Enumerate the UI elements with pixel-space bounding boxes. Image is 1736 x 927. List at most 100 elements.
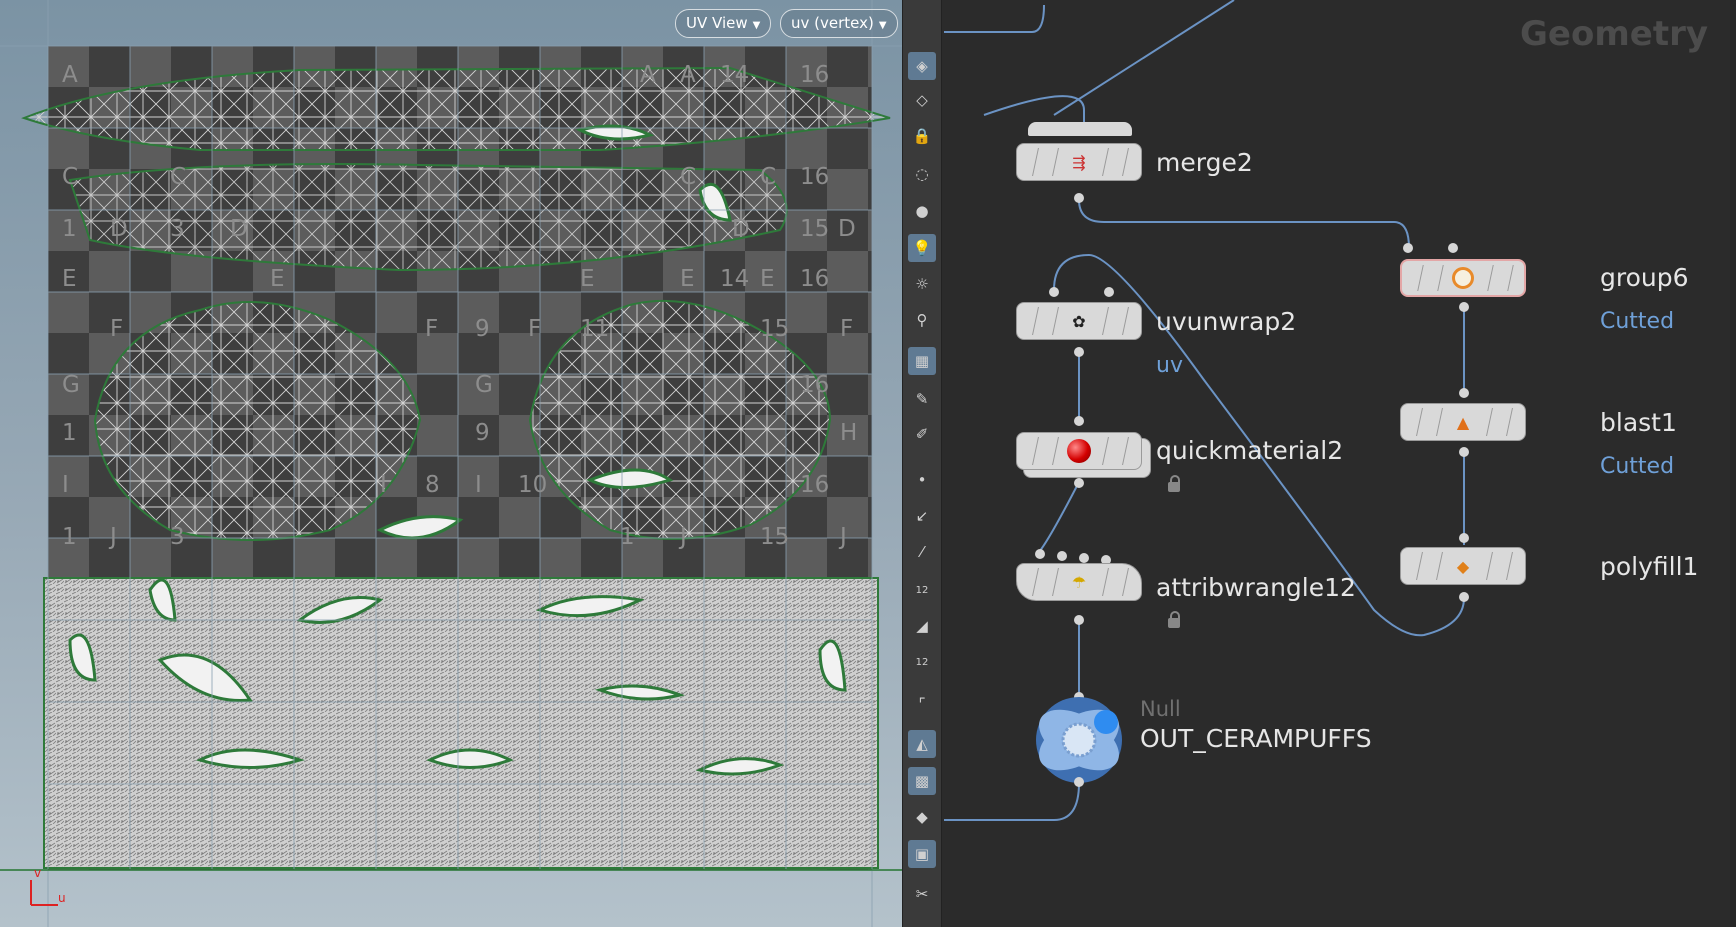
- uv-display-icon[interactable]: ◈: [908, 52, 936, 80]
- checker-label: D: [838, 216, 856, 242]
- node-comment: Cutted: [1600, 454, 1675, 479]
- node-name: merge2: [1156, 148, 1253, 177]
- input-port[interactable]: [1035, 549, 1045, 559]
- network-editor[interactable]: Geometry ⇶ merge2 group6 Cutted ✿ uvunwr…: [944, 0, 1736, 927]
- checker-label: E: [62, 266, 77, 292]
- uv-view-dropdown[interactable]: UV View ▼: [675, 9, 772, 38]
- brush-alt-icon[interactable]: ✐: [908, 420, 936, 448]
- point-numbers-icon[interactable]: 12: [908, 576, 936, 604]
- light-icon[interactable]: 💡: [908, 234, 936, 262]
- node-out-null[interactable]: [1033, 694, 1125, 786]
- corner-icon[interactable]: ⌜: [908, 690, 936, 718]
- checker-label: I: [380, 472, 387, 498]
- input-port[interactable]: [1459, 388, 1469, 398]
- pane-splitter[interactable]: [1730, 0, 1736, 927]
- flatten-icon[interactable]: ▣: [908, 840, 936, 868]
- checker-label: J: [678, 524, 687, 550]
- output-port[interactable]: [1074, 478, 1084, 488]
- node-name: polyfill1: [1600, 552, 1699, 581]
- checker-label: E: [760, 266, 775, 292]
- output-port[interactable]: [1074, 777, 1084, 787]
- input-port[interactable]: [1074, 416, 1084, 426]
- lock-icon[interactable]: [1168, 611, 1180, 628]
- node-comment: Cutted: [1600, 309, 1675, 334]
- checker-label: F: [840, 316, 853, 342]
- checker-label: 14: [720, 266, 749, 292]
- node-merge2[interactable]: ⇶: [1016, 143, 1142, 181]
- eraser-icon[interactable]: ◭: [908, 730, 936, 758]
- scissors-icon[interactable]: ✂: [908, 880, 936, 908]
- point-numbers-label: 12: [915, 584, 929, 596]
- checker-label: 9: [475, 316, 490, 342]
- polyfill-icon: ◆: [1456, 556, 1470, 576]
- input-port[interactable]: [1403, 243, 1413, 253]
- node-comment: uv: [1156, 353, 1183, 378]
- lock-icon[interactable]: [1168, 475, 1180, 492]
- uv-attribute-dropdown[interactable]: uv (vertex) ▼: [780, 9, 898, 38]
- input-port[interactable]: [1079, 553, 1089, 563]
- uv-edit-icon[interactable]: ◇: [908, 86, 936, 114]
- bulb-icon[interactable]: ☼: [908, 270, 936, 298]
- uv-layout-canvas[interactable]: A A A 14 16 C C C C 16 1 D 3 D D 15 D E …: [0, 0, 902, 927]
- chevron-down-icon: ▼: [878, 20, 887, 31]
- select-icon[interactable]: ↙: [908, 502, 936, 530]
- checker-alt-icon[interactable]: ▩: [908, 767, 936, 795]
- sphere-icon[interactable]: ●: [908, 197, 936, 225]
- output-port[interactable]: [1074, 615, 1084, 625]
- input-port[interactable]: [1459, 533, 1469, 543]
- wrangle-icon: ☂: [1071, 572, 1087, 592]
- lock-icon[interactable]: 🔒: [908, 122, 936, 150]
- node-blast1[interactable]: ▲: [1400, 403, 1526, 441]
- diamond-icon[interactable]: ◆: [908, 803, 936, 831]
- checker-label: F: [110, 316, 123, 342]
- output-port[interactable]: [1459, 592, 1469, 602]
- checker-label: 16: [800, 372, 829, 398]
- ghost-icon[interactable]: ◌: [908, 160, 936, 188]
- node-group6[interactable]: [1400, 259, 1526, 297]
- brush-icon[interactable]: ✎: [908, 385, 936, 413]
- node-name: quickmaterial2: [1156, 436, 1344, 465]
- node-quickmaterial2[interactable]: [1016, 432, 1142, 470]
- checker-label: C: [170, 164, 186, 190]
- checker-label: 14: [720, 62, 749, 88]
- uv-viewport[interactable]: A A A 14 16 C C C C 16 1 D 3 D D 15 D E …: [0, 0, 902, 927]
- checker-label: 1: [62, 420, 77, 446]
- checker-label: 15: [760, 316, 789, 342]
- checker-label: 9: [475, 420, 490, 446]
- checker-label: D: [230, 216, 248, 242]
- node-name: group6: [1600, 263, 1689, 292]
- checker-label: A: [640, 62, 656, 88]
- pin-icon[interactable]: ⚲: [908, 306, 936, 334]
- prim-numbers-icon[interactable]: 12: [908, 648, 936, 676]
- input-port[interactable]: [1057, 551, 1067, 561]
- pick-icon[interactable]: ⁄: [908, 538, 936, 566]
- checker-label: A: [680, 62, 696, 88]
- checker-label: 15: [760, 524, 789, 550]
- node-polyfill1[interactable]: ◆: [1400, 547, 1526, 585]
- checker-label: 16: [800, 164, 829, 190]
- chevron-down-icon: ▼: [752, 20, 761, 31]
- node-uvunwrap2[interactable]: ✿: [1016, 302, 1142, 340]
- input-port[interactable]: [1104, 287, 1114, 297]
- checker-label: 8: [425, 472, 440, 498]
- dot-icon[interactable]: •: [908, 466, 936, 494]
- node-name: attribwrangle12: [1156, 573, 1356, 602]
- checker-label: 3: [170, 524, 185, 550]
- input-port[interactable]: [1049, 287, 1059, 297]
- output-port[interactable]: [1459, 302, 1469, 312]
- uvunwrap-icon: ✿: [1072, 311, 1086, 331]
- input-port[interactable]: [1448, 243, 1458, 253]
- output-port[interactable]: [1074, 193, 1084, 203]
- output-port[interactable]: [1459, 447, 1469, 457]
- checker-label: 11: [580, 316, 609, 342]
- checker-icon[interactable]: ▦: [908, 347, 936, 375]
- checker-label: C: [62, 164, 78, 190]
- node-attribwrangle12[interactable]: ☂: [1016, 563, 1142, 601]
- checker-label: G: [62, 372, 80, 398]
- output-port[interactable]: [1074, 347, 1084, 357]
- paint-icon[interactable]: ◢: [908, 612, 936, 640]
- group-icon: [1449, 264, 1477, 292]
- v-axis-label: v: [34, 866, 42, 880]
- checker-label: J: [838, 524, 847, 550]
- u-axis-label: u: [58, 891, 66, 905]
